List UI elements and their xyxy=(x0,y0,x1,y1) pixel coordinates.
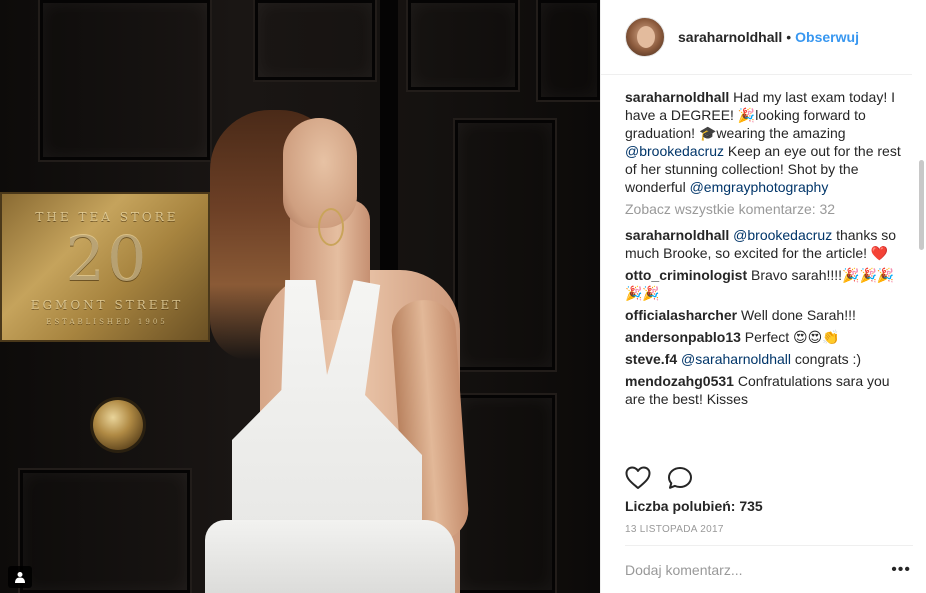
plaque-number: 20 xyxy=(65,222,149,295)
list-item: steve.f4 @saraharnoldhall congrats :) xyxy=(625,350,901,368)
post-actions xyxy=(625,466,693,493)
heart-icon[interactable] xyxy=(625,466,651,493)
comment-username[interactable]: mendozahg0531 xyxy=(625,373,734,389)
door-panel xyxy=(455,395,555,593)
header-username[interactable]: saraharnoldhall xyxy=(678,29,782,45)
white-skirt xyxy=(205,520,455,593)
comment-username[interactable]: saraharnoldhall xyxy=(625,227,729,243)
comment-username[interactable]: officialasharcher xyxy=(625,307,737,323)
door-panel xyxy=(255,0,375,80)
caption-username[interactable]: saraharnoldhall xyxy=(625,89,729,105)
comment-username[interactable]: steve.f4 xyxy=(625,351,677,367)
plaque-line-2: EGMONT STREET xyxy=(30,298,184,312)
door-panel xyxy=(455,120,555,370)
comment-mention[interactable]: @saraharnoldhall xyxy=(681,351,791,367)
post-header: saraharnoldhall • Obserwuj xyxy=(601,0,912,75)
model-face xyxy=(283,118,357,228)
more-options-button[interactable]: ••• xyxy=(891,561,913,579)
follow-button[interactable]: Obserwuj xyxy=(795,29,859,45)
caption-mention-1[interactable]: @brookedacruz xyxy=(625,143,724,159)
comment-text: Well done Sarah!!! xyxy=(737,307,856,323)
post-date[interactable]: 13 LISTOPADA 2017 xyxy=(625,524,724,535)
door-knob xyxy=(93,400,143,450)
comment-input[interactable] xyxy=(625,561,865,578)
list-item: otto_criminologist Bravo sarah!!!!🎉🎉🎉🎉🎉 xyxy=(625,266,901,302)
comment-username[interactable]: andersonpablo13 xyxy=(625,329,741,345)
avatar[interactable] xyxy=(625,17,665,57)
add-comment-bar: ••• xyxy=(625,545,913,593)
hoop-earring xyxy=(318,208,344,246)
caption-mention-2[interactable]: @emgrayphotography xyxy=(690,179,829,195)
plaque-line-3: ESTABLISHED 1905 xyxy=(46,318,168,326)
door-panel xyxy=(40,0,210,160)
door-panel xyxy=(538,0,600,100)
likes-count[interactable]: Liczba polubień: 735 xyxy=(625,498,763,514)
door-panel xyxy=(408,0,518,90)
comments-scrollbar[interactable] xyxy=(919,160,924,250)
caption: saraharnoldhall Had my last exam today! … xyxy=(625,88,901,196)
view-all-comments-link[interactable]: Zobacz wszystkie komentarze: 32 xyxy=(625,200,901,218)
list-item: saraharnoldhall @brookedacruz thanks so … xyxy=(625,226,901,262)
comment-bubble-icon[interactable] xyxy=(667,466,693,493)
comment-mention[interactable]: @brookedacruz xyxy=(733,227,832,243)
comments-list: saraharnoldhall Had my last exam today! … xyxy=(625,88,901,455)
comment-text: Perfect 😍😍👏 xyxy=(740,329,840,345)
comment-username[interactable]: otto_criminologist xyxy=(625,267,747,283)
comment-text: congrats :) xyxy=(791,351,862,367)
post-photo[interactable]: THE TEA STORE 20 EGMONT STREET ESTABLISH… xyxy=(0,0,600,593)
list-item: officialasharcher Well done Sarah!!! xyxy=(625,306,901,324)
list-item: andersonpablo13 Perfect 😍😍👏 xyxy=(625,328,901,346)
instagram-post: THE TEA STORE 20 EGMONT STREET ESTABLISH… xyxy=(0,0,926,593)
person-tag-icon[interactable] xyxy=(8,566,32,588)
door-panel xyxy=(20,470,190,593)
post-sidebar: saraharnoldhall • Obserwuj saraharnoldha… xyxy=(600,0,926,593)
list-item: mendozahg0531 Confratulations sara you a… xyxy=(625,372,901,408)
header-separator: • xyxy=(786,29,792,45)
brass-plaque: THE TEA STORE 20 EGMONT STREET ESTABLISH… xyxy=(0,192,210,342)
